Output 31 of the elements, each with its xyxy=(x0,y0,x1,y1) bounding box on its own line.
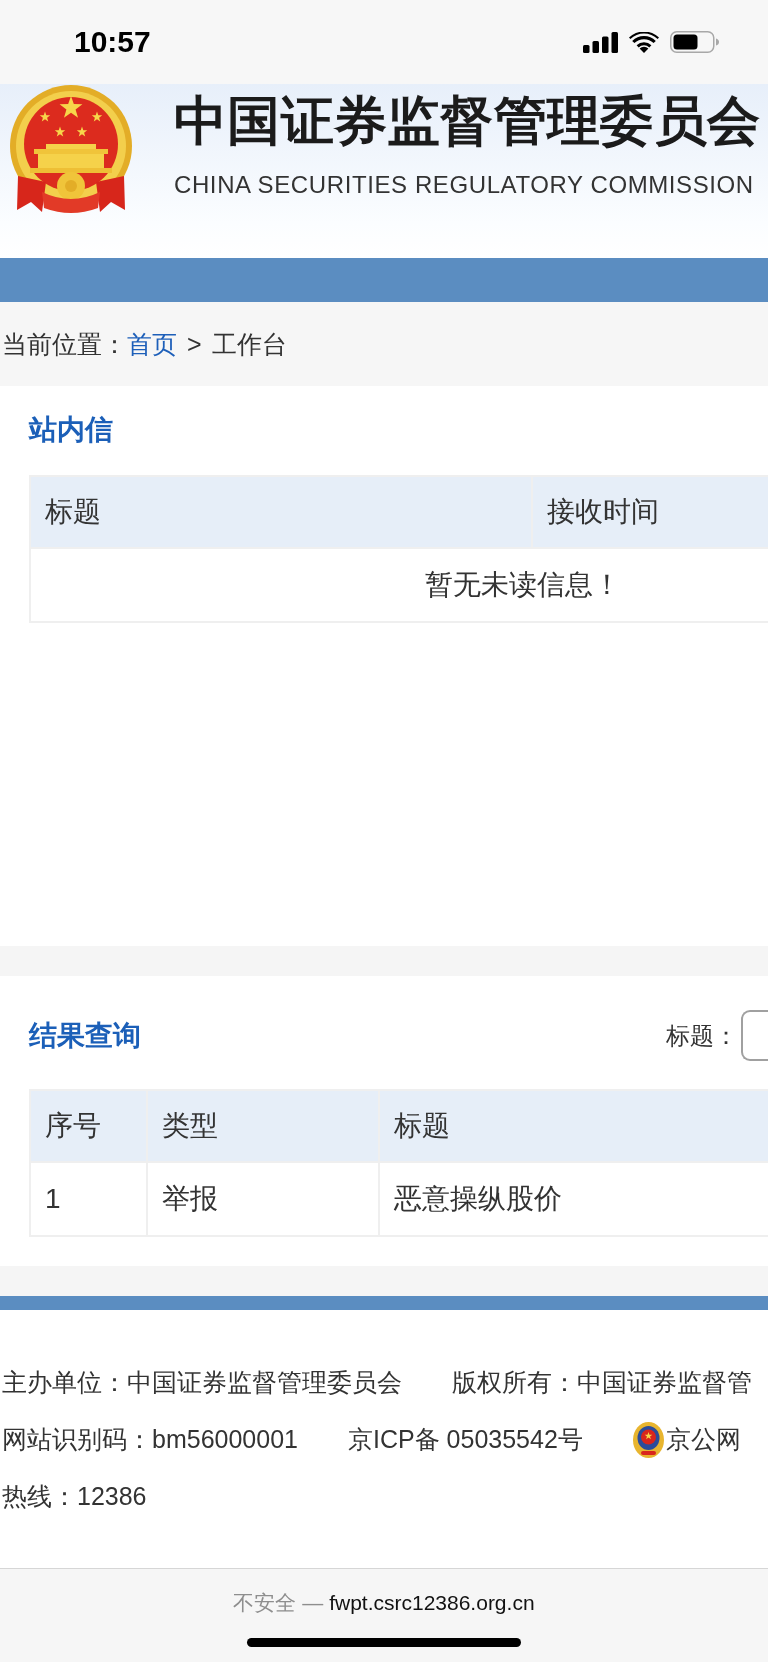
table-header-cell: 序号 xyxy=(31,1091,146,1161)
signal-icon xyxy=(583,31,618,53)
footer-text: 京公网 xyxy=(665,1424,741,1455)
table-cell: 1 xyxy=(31,1163,146,1235)
table-header-cell: 类型 xyxy=(148,1091,378,1161)
table-cell: 举报 xyxy=(148,1163,378,1235)
table-header-cell: 接收时间 xyxy=(533,477,768,547)
breadcrumb-current: 工作台 xyxy=(211,328,287,360)
table-cell: 恶意操纵股价 xyxy=(380,1163,768,1235)
breadcrumb-label: 当前位置： xyxy=(2,328,127,360)
filter-label: 标题： xyxy=(666,1020,738,1051)
footer-text: 京ICP备 05035542号 xyxy=(347,1424,583,1455)
breadcrumb-separator: > xyxy=(187,329,202,359)
footer-text: 主办单位：中国证券监督管理委员会 xyxy=(2,1367,402,1398)
empty-message: 暂无未读信息！ xyxy=(31,549,768,621)
section-title: 站内信 xyxy=(29,414,114,446)
address-button[interactable]: 不安全 — fwpt.csrc12386.org.cn xyxy=(233,1589,535,1617)
emblem-icon xyxy=(632,1421,664,1458)
title-input-field[interactable] xyxy=(741,1010,768,1061)
battery-icon xyxy=(670,31,719,53)
wifi-icon xyxy=(629,31,659,53)
site-title: 中国证券监督管理委员会 xyxy=(174,91,761,151)
footer-text: 版权所有：中国证券监督管 xyxy=(452,1367,752,1398)
section-title: 结果查询 xyxy=(29,1019,141,1052)
table-header-cell: 标题 xyxy=(380,1091,768,1161)
table-header-cell: 标题 xyxy=(31,477,531,547)
footer-text: 网站识别码：bm56000001 xyxy=(2,1424,298,1455)
breadcrumb-link[interactable]: 首页 xyxy=(127,327,177,361)
site-subtitle: CHINA SECURITIES REGULATORY COMMISSION xyxy=(174,172,755,198)
footer-text: 热线：12386 xyxy=(2,1481,147,1512)
status-time: 10:57 xyxy=(74,25,151,59)
